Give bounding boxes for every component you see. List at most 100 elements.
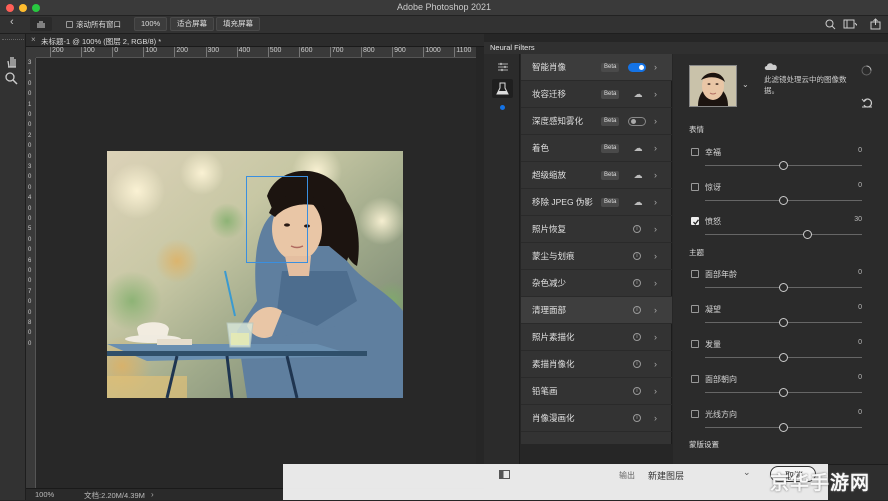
- ruler-label: 4: [28, 195, 32, 202]
- filter-item[interactable]: 素描肖像化 i ›: [521, 351, 672, 378]
- slider-value[interactable]: 0: [842, 147, 862, 154]
- filter-item[interactable]: 超级缩放 Beta ☁ ›: [521, 162, 672, 189]
- slider-thumb[interactable]: [779, 196, 788, 205]
- chevron-right-icon[interactable]: ›: [654, 54, 657, 81]
- info-icon[interactable]: i: [633, 360, 641, 368]
- chevron-right-icon[interactable]: ›: [654, 378, 657, 405]
- ruler-label: 0: [28, 299, 32, 306]
- ruler-tick: [454, 47, 456, 57]
- slider-thumb[interactable]: [779, 283, 788, 292]
- info-icon[interactable]: i: [633, 252, 641, 260]
- cloud-download-icon[interactable]: ☁: [633, 189, 643, 216]
- document-tab[interactable]: × 未标题-1 @ 100% (图层 2, RGB/8) *: [26, 34, 484, 47]
- zoom-100-button[interactable]: 100%: [134, 17, 168, 31]
- face-detection-box: [246, 176, 308, 263]
- filter-item[interactable]: 铅笔画 i ›: [521, 378, 672, 405]
- filter-item[interactable]: 杂色减少 i ›: [521, 270, 672, 297]
- slider-checkbox[interactable]: [691, 375, 699, 383]
- slider-checkbox[interactable]: [691, 340, 699, 348]
- layers-compare-icon[interactable]: [499, 470, 510, 479]
- filter-item[interactable]: 蒙尘与划痕 i ›: [521, 243, 672, 270]
- slider-value[interactable]: 0: [842, 339, 862, 346]
- info-icon[interactable]: i: [633, 387, 641, 395]
- filter-item[interactable]: 照片恢复 i ›: [521, 216, 672, 243]
- chevron-right-icon[interactable]: ›: [654, 351, 657, 378]
- scroll-all-windows-checkbox[interactable]: 滚动所有窗口: [66, 19, 121, 30]
- info-icon[interactable]: i: [633, 225, 641, 233]
- slider-value[interactable]: 0: [842, 304, 862, 311]
- chevron-right-icon[interactable]: ›: [654, 297, 657, 324]
- filter-item[interactable]: 清理面部 i ›: [521, 297, 672, 324]
- slider-thumb[interactable]: [779, 388, 788, 397]
- ruler-label: 0: [28, 174, 32, 181]
- slider-label: 面部朝向: [705, 375, 737, 384]
- output-select[interactable]: 新建图层: [648, 469, 684, 482]
- filter-toggle[interactable]: [628, 63, 646, 72]
- hand-tool-icon[interactable]: [4, 54, 20, 69]
- ruler-label: 0: [28, 112, 32, 118]
- cloud-download-icon[interactable]: ☁: [633, 135, 643, 162]
- slider-value[interactable]: 0: [842, 409, 862, 416]
- slider-value[interactable]: 0: [842, 182, 862, 189]
- slider-value[interactable]: 0: [842, 374, 862, 381]
- slider-thumb[interactable]: [779, 423, 788, 432]
- slider-checkbox[interactable]: [691, 305, 699, 313]
- info-icon[interactable]: i: [633, 306, 641, 314]
- slider-label: 凝望: [705, 305, 721, 314]
- chevron-right-icon[interactable]: ›: [654, 189, 657, 216]
- slider-value[interactable]: 0: [842, 269, 862, 276]
- status-doc-size[interactable]: 文档:2.20M/4.39M: [84, 490, 145, 501]
- zoom-tool-icon[interactable]: [4, 71, 20, 85]
- chevron-right-icon[interactable]: ›: [654, 243, 657, 270]
- filter-toggle[interactable]: [628, 117, 646, 126]
- info-icon[interactable]: i: [633, 279, 641, 287]
- cloud-download-icon[interactable]: ☁: [633, 81, 643, 108]
- sliders-icon[interactable]: [497, 62, 509, 72]
- canvas-area[interactable]: [36, 58, 476, 488]
- chevron-right-icon[interactable]: ›: [654, 135, 657, 162]
- slider-thumb[interactable]: [779, 161, 788, 170]
- hand-tool-preset[interactable]: [30, 17, 52, 31]
- chevron-right-icon[interactable]: ›: [654, 162, 657, 189]
- slider-checkbox[interactable]: [691, 148, 699, 156]
- status-zoom[interactable]: 100%: [35, 490, 54, 499]
- filter-item[interactable]: 照片素描化 i ›: [521, 324, 672, 351]
- chevron-right-icon[interactable]: ›: [654, 405, 657, 432]
- cloud-download-icon[interactable]: ☁: [633, 162, 643, 189]
- fill-screen-button[interactable]: 填充屏幕: [216, 17, 260, 31]
- search-icon[interactable]: [825, 19, 836, 30]
- chevron-right-icon[interactable]: ›: [654, 108, 657, 135]
- status-menu-chevron-icon[interactable]: ›: [151, 490, 154, 499]
- toggle-knob: [631, 119, 636, 124]
- filter-item[interactable]: 妆容迁移 Beta ☁ ›: [521, 81, 672, 108]
- fit-screen-button[interactable]: 适合屏幕: [170, 17, 214, 31]
- chevron-right-icon[interactable]: ›: [654, 270, 657, 297]
- slider-thumb[interactable]: [779, 318, 788, 327]
- chevron-right-icon[interactable]: ›: [654, 324, 657, 351]
- slider-checkbox[interactable]: [691, 270, 699, 278]
- slider-track[interactable]: [705, 234, 862, 235]
- all-filters-tab[interactable]: [492, 79, 513, 98]
- close-tab-icon[interactable]: ×: [31, 35, 36, 44]
- workspace-icon[interactable]: [843, 19, 857, 30]
- slider-thumb[interactable]: [802, 230, 812, 239]
- chevron-right-icon[interactable]: ›: [654, 216, 657, 243]
- share-icon[interactable]: [870, 18, 881, 30]
- filter-item[interactable]: 移除 JPEG 伪影 Beta ☁ ›: [521, 189, 672, 216]
- filter-item[interactable]: 深度感知雾化 Beta ›: [521, 108, 672, 135]
- filter-item[interactable]: 肖像漫画化 i ›: [521, 405, 672, 432]
- back-arrow-icon[interactable]: ‹: [10, 16, 14, 28]
- slider-checkbox[interactable]: [691, 217, 700, 226]
- slider-thumb[interactable]: [779, 353, 788, 362]
- filter-item[interactable]: 着色 Beta ☁ ›: [521, 135, 672, 162]
- slider-checkbox[interactable]: [691, 183, 699, 191]
- filter-item[interactable]: 智能肖像 Beta ›: [521, 54, 672, 81]
- info-icon[interactable]: i: [633, 414, 641, 422]
- info-icon[interactable]: i: [633, 333, 641, 341]
- ruler-label: 200: [52, 47, 64, 54]
- slider-checkbox[interactable]: [691, 410, 699, 418]
- chevron-right-icon[interactable]: ›: [654, 81, 657, 108]
- output-chevron-down-icon[interactable]: ⌄: [743, 467, 751, 478]
- slider-value[interactable]: 30: [842, 216, 862, 223]
- beta-badge: Beta: [601, 171, 620, 180]
